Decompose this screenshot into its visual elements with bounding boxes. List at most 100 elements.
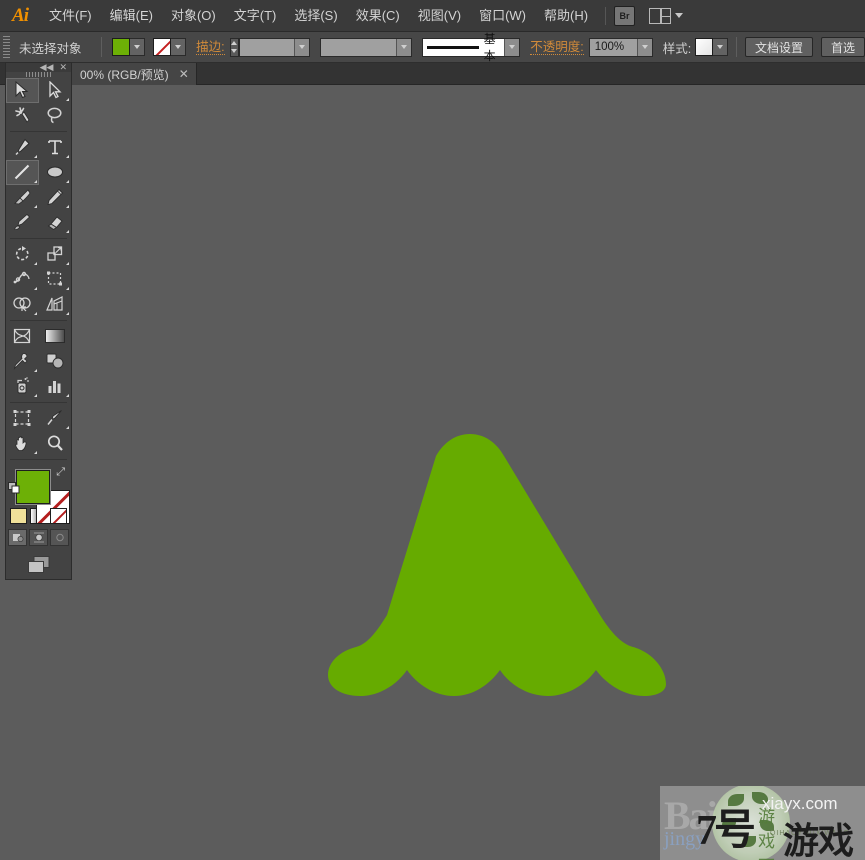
menu-object[interactable]: 对象(O) bbox=[162, 0, 225, 32]
pen-tool[interactable] bbox=[6, 135, 39, 160]
flyout-indicator-icon bbox=[66, 261, 69, 265]
fill-swatch[interactable] bbox=[112, 38, 131, 56]
gradient-tool[interactable] bbox=[39, 324, 72, 349]
toolbox-fill-swatch[interactable] bbox=[16, 470, 50, 505]
swap-fill-stroke-icon[interactable]: ⤢ bbox=[56, 467, 65, 478]
magic-wand-tool[interactable] bbox=[6, 103, 39, 128]
paintbrush-tool[interactable] bbox=[6, 185, 39, 210]
chevron-down-icon bbox=[299, 45, 306, 49]
flyout-indicator-icon bbox=[33, 450, 37, 454]
arrange-documents-button[interactable] bbox=[649, 7, 684, 24]
arrange-documents-icon bbox=[649, 7, 672, 24]
chevron-down-icon bbox=[675, 13, 684, 18]
opacity-combo[interactable]: 100% bbox=[588, 37, 653, 57]
default-fill-stroke-icon[interactable] bbox=[8, 482, 21, 495]
divider bbox=[10, 401, 67, 403]
brush-definition-combo[interactable]: 基本 bbox=[422, 32, 521, 63]
perspective-grid-tool[interactable] bbox=[39, 292, 72, 317]
none-button[interactable] bbox=[50, 508, 67, 524]
menu-view[interactable]: 视图(V) bbox=[409, 0, 470, 32]
chevron-down-icon bbox=[641, 45, 648, 49]
tools-grid bbox=[6, 77, 72, 456]
menu-file[interactable]: 文件(F) bbox=[40, 0, 101, 32]
free-transform-tool[interactable] bbox=[39, 267, 72, 292]
close-icon[interactable]: ✕ bbox=[179, 68, 189, 80]
menu-help[interactable]: 帮助(H) bbox=[535, 0, 597, 32]
stroke-swatch-none[interactable] bbox=[153, 38, 172, 56]
lasso-tool[interactable] bbox=[39, 103, 72, 128]
tree-bush-shape[interactable] bbox=[270, 430, 670, 700]
width-profile-dropdown[interactable] bbox=[396, 38, 412, 56]
artboard-canvas[interactable] bbox=[0, 85, 865, 860]
selection-tool[interactable] bbox=[6, 77, 39, 103]
blend-tool[interactable] bbox=[39, 349, 72, 374]
artboard-tool[interactable] bbox=[6, 406, 39, 431]
preferences-button[interactable]: 首选 bbox=[820, 37, 865, 57]
options-bar-gripper[interactable] bbox=[3, 36, 10, 58]
flyout-indicator-icon bbox=[33, 286, 37, 290]
divider bbox=[736, 37, 737, 57]
flyout-indicator-icon bbox=[66, 179, 69, 183]
draw-normal-icon[interactable] bbox=[8, 529, 27, 546]
rotate-tool[interactable] bbox=[6, 242, 39, 267]
watermark-overlay: Bai jingy 游戏下载站 QIHAOYOUXIWANG 7号 游戏 xia… bbox=[660, 786, 865, 860]
zoom-tool[interactable] bbox=[39, 431, 72, 456]
flyout-indicator-icon bbox=[66, 154, 69, 158]
color-button[interactable] bbox=[10, 508, 27, 524]
flyout-indicator-icon bbox=[33, 154, 37, 158]
opacity-dropdown[interactable] bbox=[636, 38, 652, 56]
menu-type[interactable]: 文字(T) bbox=[225, 0, 286, 32]
document-tab[interactable]: 00% (RGB/预览) ✕ bbox=[72, 63, 197, 85]
collapse-icon[interactable]: ◀◀ bbox=[40, 63, 54, 72]
close-icon[interactable]: ✕ bbox=[59, 63, 67, 72]
tools-panel-header[interactable]: ◀◀ ✕ bbox=[6, 63, 71, 72]
screen-mode-button[interactable] bbox=[6, 549, 71, 579]
document-setup-button[interactable]: 文档设置 bbox=[744, 37, 813, 57]
menu-window[interactable]: 窗口(W) bbox=[470, 0, 535, 32]
stroke-weight-combo[interactable] bbox=[238, 37, 311, 57]
menu-select[interactable]: 选择(S) bbox=[285, 0, 346, 32]
column-graph-tool[interactable] bbox=[39, 374, 72, 399]
flyout-indicator-icon bbox=[66, 286, 69, 290]
hand-tool[interactable] bbox=[6, 431, 39, 456]
watermark-brand-right: 游戏 bbox=[783, 821, 854, 860]
eyedropper-tool[interactable] bbox=[6, 349, 39, 374]
menu-effect[interactable]: 效果(C) bbox=[347, 0, 409, 32]
graphic-style-dropdown[interactable] bbox=[713, 38, 729, 56]
style-label: 样式: bbox=[662, 41, 692, 56]
flyout-indicator-icon bbox=[33, 393, 37, 397]
brush-definition-dropdown[interactable] bbox=[504, 38, 520, 56]
stroke-dropdown-button[interactable] bbox=[171, 38, 187, 56]
draw-inside-icon[interactable] bbox=[50, 529, 69, 546]
direct-selection-tool[interactable] bbox=[39, 78, 72, 103]
shape-builder-tool[interactable] bbox=[6, 292, 39, 317]
fill-dropdown-button[interactable] bbox=[130, 38, 146, 56]
line-segment-tool[interactable] bbox=[6, 159, 39, 185]
illustrator-window: Ai 文件(F) 编辑(E) 对象(O) 文字(T) 选择(S) 效果(C) 视… bbox=[0, 0, 865, 860]
bridge-button[interactable]: Br bbox=[614, 5, 636, 26]
slice-tool[interactable] bbox=[39, 406, 72, 431]
eraser-tool[interactable] bbox=[39, 210, 72, 235]
width-tool[interactable] bbox=[6, 267, 39, 292]
type-tool[interactable] bbox=[39, 135, 72, 160]
stroke-color-control[interactable] bbox=[153, 38, 187, 56]
pencil-tool[interactable] bbox=[39, 185, 72, 210]
document-tab-bar: 00% (RGB/预览) ✕ bbox=[0, 63, 865, 85]
scale-tool[interactable] bbox=[39, 242, 72, 267]
ellipse-tool[interactable] bbox=[39, 160, 72, 185]
width-profile-combo[interactable] bbox=[320, 37, 413, 57]
symbol-sprayer-tool[interactable] bbox=[6, 374, 39, 399]
opacity-label[interactable]: 不透明度: bbox=[530, 40, 584, 55]
stroke-weight-dropdown[interactable] bbox=[294, 38, 310, 56]
graphic-style-control[interactable] bbox=[695, 38, 729, 56]
menu-edit[interactable]: 编辑(E) bbox=[101, 0, 162, 32]
mesh-tool[interactable] bbox=[6, 324, 39, 349]
graphic-style-swatch[interactable] bbox=[695, 38, 714, 56]
blob-brush-tool[interactable] bbox=[6, 210, 39, 235]
stroke-weight-label[interactable]: 描边: bbox=[196, 40, 225, 55]
opacity-value[interactable]: 100% bbox=[590, 41, 637, 53]
stroke-weight-stepper[interactable] bbox=[229, 37, 239, 57]
draw-behind-icon[interactable] bbox=[29, 529, 48, 546]
change-screen-mode-icon bbox=[27, 556, 49, 573]
fill-color-control[interactable] bbox=[112, 38, 146, 56]
